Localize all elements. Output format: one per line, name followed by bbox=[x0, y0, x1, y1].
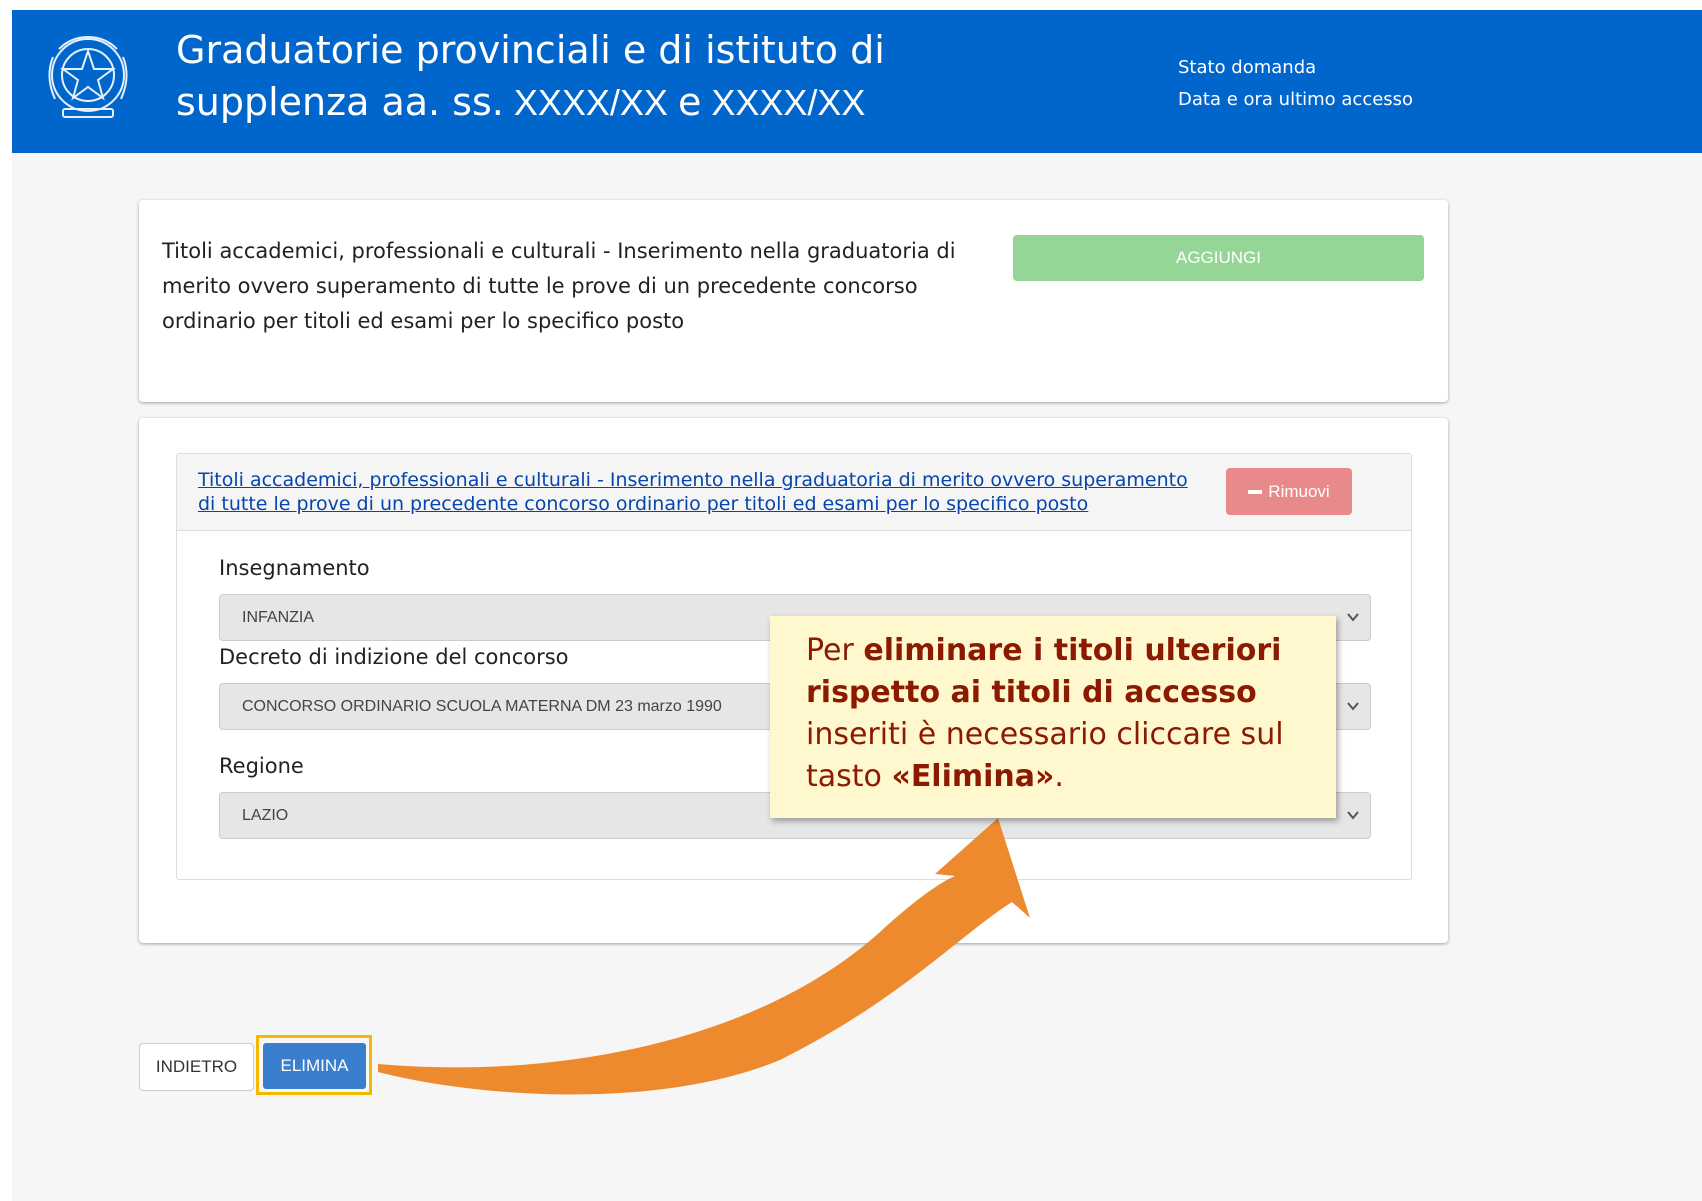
header-bar: Graduatorie provinciali e di istituto di… bbox=[12, 10, 1702, 153]
instruction-part-3: . bbox=[1054, 759, 1064, 794]
instruction-text: Per eliminare i titoli ulteriori rispett… bbox=[806, 630, 1316, 798]
decree-label: Decreto di indizione del concorso bbox=[219, 645, 569, 669]
instruction-bold-2: «Elimina» bbox=[891, 759, 1055, 794]
application-status-label: Stato domanda bbox=[1178, 57, 1317, 78]
title-link[interactable]: Titoli accademici, professionali e cultu… bbox=[198, 468, 1198, 516]
title-line-2: supplenza aa. ss. XXXX/XX e XXXX/XX bbox=[176, 76, 976, 129]
delete-button[interactable]: ELIMINA bbox=[263, 1043, 366, 1089]
instruction-callout: Per eliminare i titoli ulteriori rispett… bbox=[770, 616, 1336, 818]
header-status: Stato domanda Data e ora ultimo accesso bbox=[1178, 52, 1413, 116]
panel-heading: Titoli accademici, professionali e cultu… bbox=[177, 454, 1411, 531]
minus-icon bbox=[1248, 489, 1263, 494]
region-label: Regione bbox=[219, 754, 304, 778]
teaching-select-value: INFANZIA bbox=[242, 609, 315, 626]
chevron-down-icon bbox=[1347, 702, 1359, 711]
instruction-bold-1: eliminare i titoli ulteriori rispetto ai… bbox=[806, 633, 1282, 710]
back-button[interactable]: INDIETRO bbox=[139, 1043, 254, 1091]
add-button[interactable]: AGGIUNGI bbox=[1013, 235, 1424, 281]
app-title: Graduatorie provinciali e di istituto di… bbox=[176, 24, 976, 129]
teaching-label: Insegnamento bbox=[219, 556, 370, 580]
remove-button-label: Rimuovi bbox=[1268, 482, 1330, 501]
republic-emblem-icon bbox=[48, 35, 128, 118]
last-access-label: Data e ora ultimo accesso bbox=[1178, 89, 1414, 110]
remove-button[interactable]: Rimuovi bbox=[1226, 468, 1352, 515]
title-prefix: supplenza aa. ss. bbox=[176, 80, 504, 124]
year-end: XXXX/XX bbox=[711, 82, 866, 123]
decree-select-value: CONCORSO ORDINARIO SCUOLA MATERNA DM 23 … bbox=[242, 698, 722, 715]
title-type-description: Titoli accademici, professionali e cultu… bbox=[162, 239, 956, 333]
title-line-1: Graduatorie provinciali e di istituto di bbox=[176, 28, 885, 72]
year-start: XXXX/XX bbox=[513, 82, 668, 123]
region-select-value: LAZIO bbox=[242, 807, 289, 824]
page: Graduatorie provinciali e di istituto di… bbox=[0, 0, 1702, 1201]
chevron-down-icon bbox=[1347, 613, 1359, 622]
chevron-down-icon bbox=[1347, 811, 1359, 820]
title-and: e bbox=[677, 80, 702, 124]
title-type-card: Titoli accademici, professionali e cultu… bbox=[139, 200, 1448, 402]
instruction-part-1: Per bbox=[806, 633, 864, 668]
